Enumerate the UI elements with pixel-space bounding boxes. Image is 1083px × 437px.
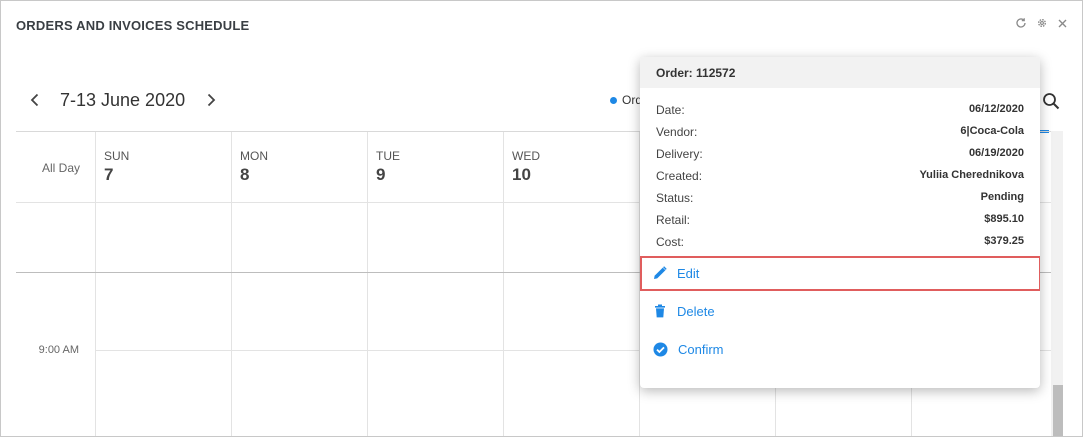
day-number: 8 (240, 165, 250, 184)
legend-label: Ord (622, 93, 643, 107)
day-name: TUE (376, 149, 400, 163)
delete-label: Delete (677, 303, 715, 319)
day-header-sun[interactable]: SUN 7 (95, 132, 129, 202)
edit-button[interactable]: Edit (653, 263, 699, 283)
delete-button[interactable]: Delete (653, 301, 715, 321)
close-icon[interactable] (1057, 18, 1068, 29)
detail-label: Status: (656, 191, 694, 205)
chevron-left-icon (30, 93, 39, 107)
detail-value: $379.25 (984, 235, 1024, 247)
search-icon (1043, 93, 1060, 110)
detail-value: $895.10 (984, 213, 1024, 225)
day-header-wed[interactable]: WED 10 (503, 132, 540, 202)
detail-value: Yuliia Cherednikova (919, 169, 1024, 181)
detail-row-date: Date: 06/12/2020 (656, 103, 1024, 119)
detail-label: Date: (656, 103, 685, 117)
detail-value: 6|Coca-Cola (960, 125, 1024, 137)
day-number: 7 (104, 165, 114, 184)
day-header-tue[interactable]: TUE 9 (367, 132, 400, 202)
detail-label: Retail: (656, 213, 691, 227)
popup-title: Order: 112572 (640, 57, 1040, 88)
day-header-mon[interactable]: MON 8 (231, 132, 268, 202)
detail-value: 06/12/2020 (968, 103, 1024, 115)
scrollbar-thumb[interactable] (1053, 385, 1063, 436)
gear-icon[interactable] (1036, 17, 1048, 29)
detail-row-status: Status: Pending (656, 191, 1024, 207)
detail-label: Vendor: (656, 125, 698, 139)
day-name: MON (240, 149, 268, 163)
check-circle-icon (653, 342, 668, 356)
refresh-icon[interactable] (1015, 17, 1027, 29)
edit-label: Edit (677, 265, 700, 281)
detail-label: Cost: (656, 235, 685, 249)
day-name: WED (512, 149, 540, 163)
panel-tools (1015, 17, 1068, 29)
order-popup: Order: 112572 Date: 06/12/2020 Vendor: 6… (640, 57, 1040, 388)
chevron-right-icon (207, 93, 216, 107)
legend-item-orders: Ord (610, 93, 642, 107)
detail-row-retail: Retail: $895.10 (656, 213, 1024, 229)
detail-value: Pending (980, 191, 1024, 203)
confirm-label: Confirm (678, 341, 724, 357)
date-range: 7-13 June 2020 (60, 90, 186, 110)
confirm-button[interactable]: Confirm (653, 339, 724, 359)
detail-value: 06/19/2020 (968, 147, 1024, 159)
detail-row-vendor: Vendor: 6|Coca-Cola (656, 125, 1024, 141)
detail-row-cost: Cost: $379.25 (656, 235, 1024, 251)
day-number: 9 (376, 165, 386, 184)
pencil-icon (654, 266, 667, 279)
detail-row-delivery: Delivery: 06/19/2020 (656, 147, 1024, 163)
edit-highlight-box (640, 256, 1040, 291)
search-button[interactable] (1039, 89, 1063, 113)
next-week-button[interactable] (201, 89, 221, 111)
all-day-label: All Day (41, 161, 80, 175)
detail-label: Created: (656, 169, 703, 183)
panel-title: ORDERS AND INVOICES SCHEDULE (16, 18, 250, 33)
prev-week-button[interactable] (25, 89, 45, 111)
detail-row-created: Created: Yuliia Cherednikova (656, 169, 1024, 185)
day-number: 10 (512, 165, 531, 184)
schedule-panel: ORDERS AND INVOICES SCHEDULE 7-13 June 2… (0, 0, 1083, 437)
day-name: SUN (104, 149, 130, 163)
trash-icon (655, 304, 665, 318)
detail-label: Delivery: (656, 147, 703, 161)
legend-dot (610, 96, 617, 104)
time-label: 9:00 AM (38, 344, 79, 356)
